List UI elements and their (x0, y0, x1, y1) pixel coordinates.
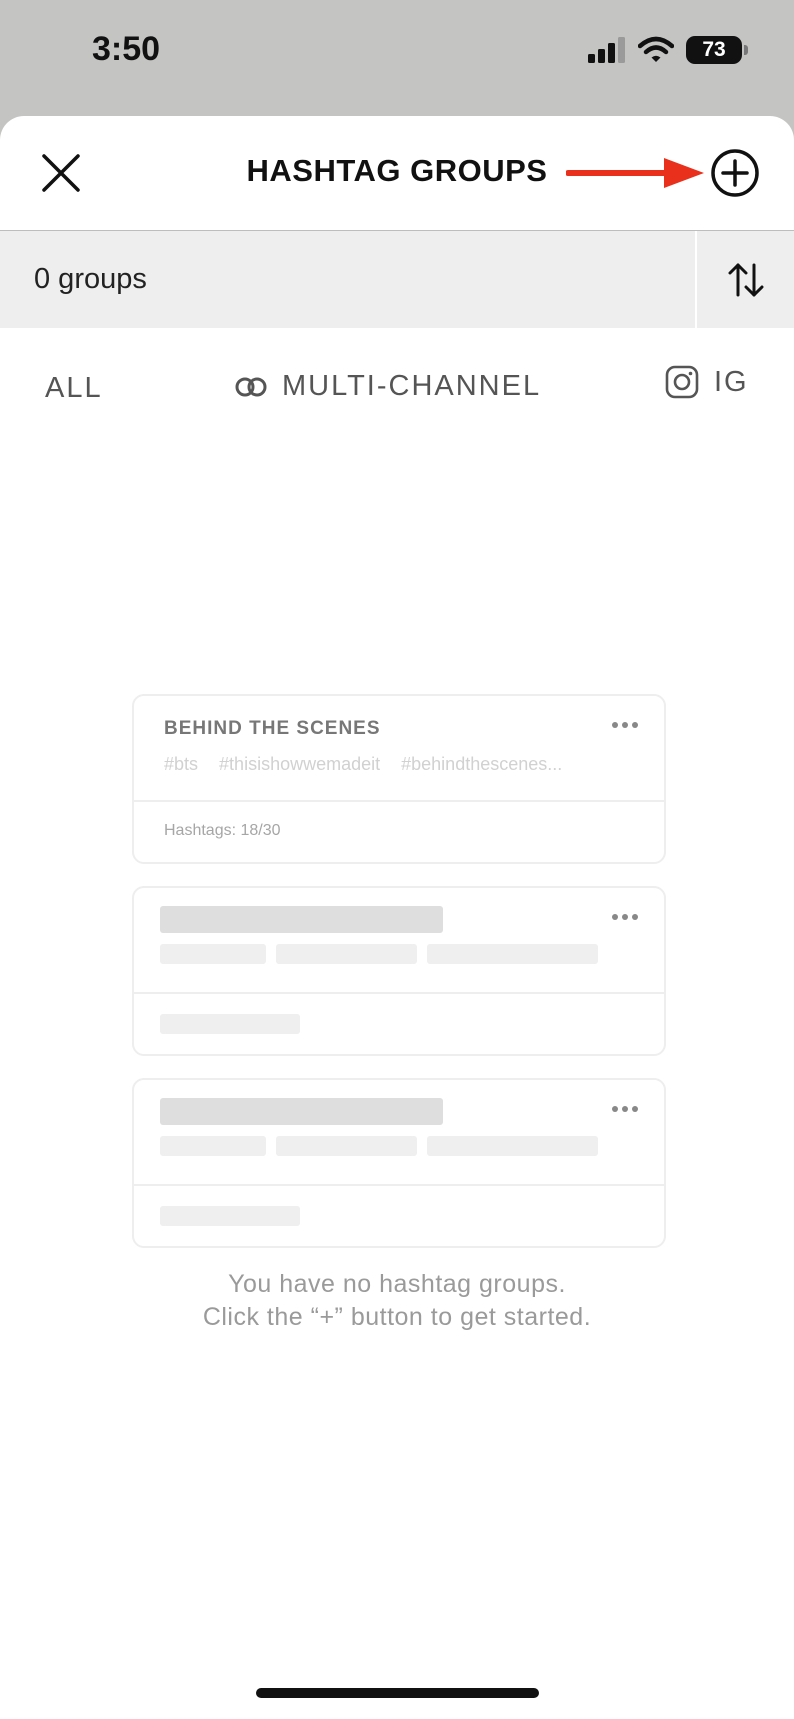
battery-tip (744, 45, 748, 55)
status-bar: 3:50 73 (0, 0, 794, 116)
more-dots-icon (612, 722, 638, 728)
skeleton-tag (427, 1136, 598, 1156)
signal-icon (588, 37, 625, 63)
add-circle-icon (711, 149, 759, 197)
header: HASHTAG GROUPS (0, 116, 794, 231)
skeleton-tag (276, 944, 417, 964)
skeleton-title (160, 906, 443, 933)
skeleton-card (132, 1078, 666, 1248)
card-header: BEHIND THE SCENES #bts #thisishowwemadei… (134, 696, 664, 802)
skeleton-tag (160, 944, 266, 964)
card-header (134, 888, 664, 994)
instagram-icon (665, 365, 699, 399)
skeleton-card (132, 886, 666, 1056)
multi-channel-icon (235, 377, 267, 396)
status-icons: 73 (588, 36, 748, 64)
hashtag: #thisishowwemadeit (219, 754, 381, 774)
skeleton-title (160, 1098, 443, 1125)
tab-all-label: ALL (45, 372, 103, 404)
groups-count: 0 groups (34, 263, 147, 295)
battery-level: 73 (702, 38, 726, 61)
wifi-icon (638, 36, 674, 62)
more-dots-icon (612, 1106, 638, 1112)
skeleton-tag (276, 1136, 417, 1156)
annotation-arrow (566, 158, 704, 188)
tab-multi-channel[interactable]: MULTI-CHANNEL (234, 370, 541, 403)
more-dots-icon (612, 914, 638, 920)
card-tags: #bts #thisishowwemadeit #behindthescenes… (164, 754, 578, 775)
skeleton-count (160, 1014, 300, 1034)
tab-ig[interactable]: IG (664, 364, 749, 400)
groups-bar: 0 groups (0, 231, 794, 328)
card-header (134, 1080, 664, 1186)
card-title: BEHIND THE SCENES (164, 718, 381, 739)
hashtag-groups-sheet: HASHTAG GROUPS 0 groups ALL MULTI-CHANNE… (0, 116, 794, 1719)
skeleton-tag (160, 1136, 266, 1156)
empty-state-message: You have no hashtag groups. Click the “+… (0, 1268, 794, 1334)
card-hashtag-count: Hashtags: 18/30 (164, 822, 281, 839)
skeleton-count (160, 1206, 300, 1226)
hashtag: #behindthescenes... (401, 754, 563, 774)
sort-button[interactable] (697, 231, 794, 328)
add-group-button[interactable] (710, 148, 760, 198)
channel-filter-tabs: ALL MULTI-CHANNEL IG (0, 364, 794, 414)
tab-multi-channel-label: MULTI-CHANNEL (282, 370, 542, 402)
status-time: 3:50 (92, 30, 161, 68)
tab-all[interactable]: ALL (45, 372, 103, 405)
skeleton-tag (427, 944, 598, 964)
sort-icon (728, 263, 763, 296)
battery-indicator: 73 (686, 36, 748, 64)
empty-state-line-1: You have no hashtag groups. (228, 1270, 566, 1298)
example-hashtag-group-card: BEHIND THE SCENES #bts #thisishowwemadei… (132, 694, 666, 864)
tab-ig-label: IG (714, 365, 749, 398)
hashtag: #bts (164, 754, 199, 774)
empty-state-line-2: Click the “+” button to get started. (202, 1303, 592, 1331)
home-indicator[interactable] (256, 1688, 539, 1698)
